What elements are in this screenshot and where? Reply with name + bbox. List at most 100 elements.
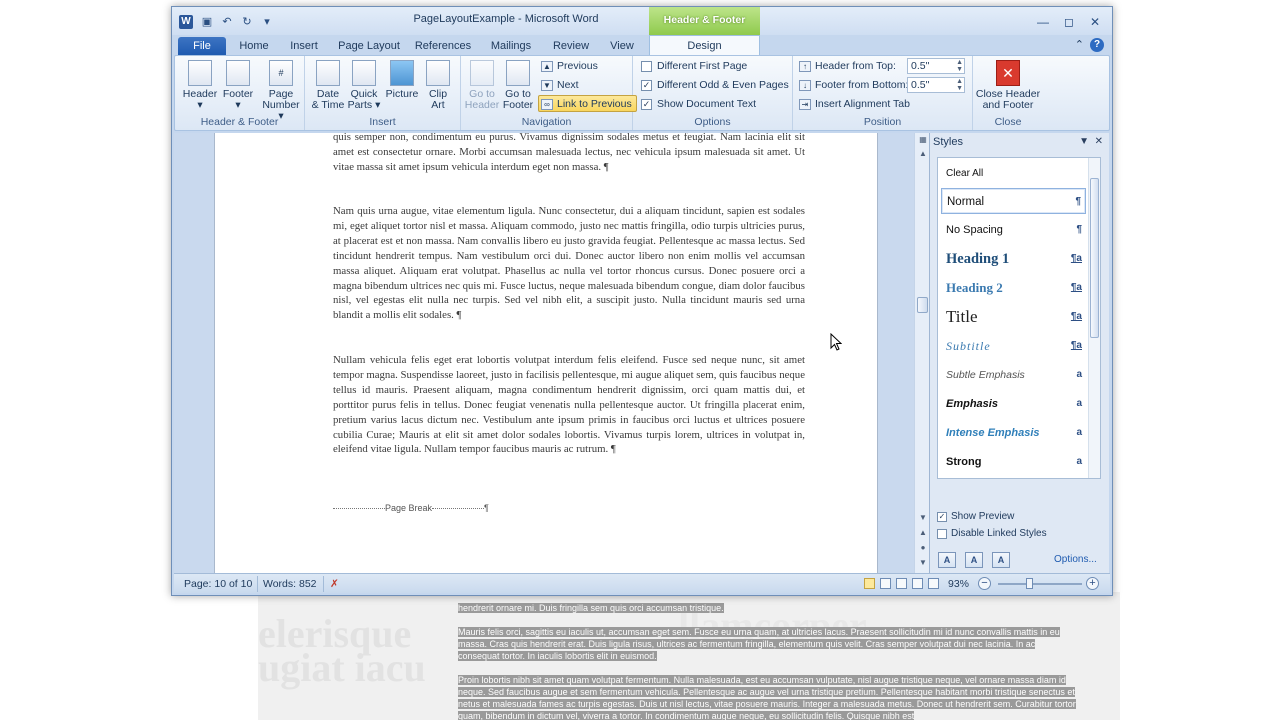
styles-pane-title: Styles xyxy=(933,136,963,148)
tab-insert[interactable]: Insert xyxy=(282,37,326,55)
tab-home[interactable]: Home xyxy=(234,37,274,55)
link-to-previous-button[interactable]: ∞ Link to Previous xyxy=(538,95,637,112)
style-label: Strong xyxy=(946,456,982,468)
style-no-spacing[interactable]: No Spacing ¶ xyxy=(941,217,1086,243)
show-document-text-checkbox[interactable]: ✓ Show Document Text xyxy=(641,96,756,112)
header-from-top-input[interactable]: 0.5" ▲ ▼ xyxy=(907,58,965,74)
full-screen-reading-icon[interactable] xyxy=(880,578,891,589)
picture-icon xyxy=(390,60,414,86)
zoom-out-icon[interactable]: − xyxy=(978,577,991,590)
page-number-button[interactable]: # Page Number ▾ xyxy=(259,60,303,122)
disable-linked-styles-checkbox[interactable]: Disable Linked Styles xyxy=(937,527,1047,541)
tab-mailings[interactable]: Mailings xyxy=(485,37,537,55)
status-separator xyxy=(323,576,324,592)
page-indicator[interactable]: Page: 10 of 10 xyxy=(184,577,252,591)
close-header-footer-button[interactable]: ✕ Close Header and Footer xyxy=(975,60,1041,111)
tab-design[interactable]: Design xyxy=(649,35,760,56)
page-break-marker: Page Break ¶ xyxy=(333,503,495,513)
pane-options-icon[interactable]: ▼ xyxy=(1079,133,1089,151)
tab-references[interactable]: References xyxy=(414,37,472,55)
style-subtle-emphasis[interactable]: Subtle Emphasis a xyxy=(941,362,1086,388)
different-odd-even-checkbox[interactable]: ✓ Different Odd & Even Pages xyxy=(641,77,789,93)
status-bar: Page: 10 of 10 Words: 852 ✗ 93% − + xyxy=(174,573,1110,593)
group-navigation: Go to Header Go to Footer ▲ Previous ▼ Nex… xyxy=(461,56,637,130)
tab-page-layout[interactable]: Page Layout xyxy=(335,37,403,55)
background-paragraph: Proin lobortis nibh sit amet quam volutp… xyxy=(458,675,1076,720)
header-button[interactable]: Header ▾ xyxy=(181,60,219,111)
print-layout-view-icon[interactable] xyxy=(864,578,875,589)
quick-parts-button[interactable]: Quick Parts ▾ xyxy=(345,60,383,111)
document-page[interactable]: quis semper non, condimentum eu purus. V… xyxy=(214,133,878,573)
tab-file[interactable]: File xyxy=(178,37,226,55)
web-layout-icon[interactable] xyxy=(896,578,907,589)
document-paragraph[interactable]: Nullam vehicula felis eget erat lobortis… xyxy=(333,353,805,457)
title-bar: W ▣ ↶ ↻ ▾ PageLayoutExample - Microsoft … xyxy=(172,7,1112,52)
show-preview-checkbox[interactable]: ✓ Show Preview xyxy=(937,510,1014,524)
checkbox-icon xyxy=(937,529,947,539)
pane-close-icon[interactable]: ✕ xyxy=(1095,133,1103,151)
maximize-icon[interactable]: ◻ xyxy=(1056,13,1082,31)
group-close: ✕ Close Header and Footer Close xyxy=(973,56,1043,130)
zoom-level[interactable]: 93% xyxy=(948,577,969,591)
style-clear-all[interactable]: Clear All xyxy=(941,161,1086,187)
go-to-footer-label: Footer xyxy=(502,99,534,111)
tab-view[interactable]: View xyxy=(604,37,640,55)
go-to-footer-button[interactable]: Go to Footer xyxy=(499,60,537,111)
style-label: Clear All xyxy=(946,168,984,179)
manage-styles-icon[interactable]: A xyxy=(992,552,1010,568)
next-button[interactable]: ▼ Next xyxy=(539,77,579,94)
zoom-in-icon[interactable]: + xyxy=(1086,577,1099,590)
insert-alignment-tab-button[interactable]: ⇥ Insert Alignment Tab xyxy=(797,96,910,113)
clip-art-button[interactable]: Clip Art xyxy=(419,60,457,111)
zoom-slider-thumb[interactable] xyxy=(1026,578,1033,589)
group-label: Position xyxy=(863,116,902,128)
header-icon xyxy=(188,60,212,86)
scrollbar-thumb[interactable] xyxy=(917,297,928,313)
clip-art-label: Art xyxy=(431,99,445,111)
styles-options-link[interactable]: Options... xyxy=(1054,554,1097,565)
close-red-x-icon: ✕ xyxy=(996,60,1020,86)
word-count[interactable]: Words: 852 xyxy=(263,577,317,591)
style-emphasis[interactable]: Emphasis a xyxy=(941,391,1086,417)
footer-button[interactable]: Footer ▾ xyxy=(219,60,257,111)
minimize-icon[interactable]: — xyxy=(1030,13,1056,31)
quick-parts-icon xyxy=(352,60,376,86)
date-time-button[interactable]: Date & Time xyxy=(309,60,347,111)
minimize-ribbon-icon[interactable]: ⌃ xyxy=(1075,38,1084,52)
picture-button[interactable]: Picture xyxy=(383,60,421,100)
help-icon[interactable]: ? xyxy=(1090,38,1104,52)
draft-view-icon[interactable] xyxy=(928,578,939,589)
styles-list-scrollbar[interactable] xyxy=(1088,158,1100,478)
different-first-page-checkbox[interactable]: Different First Page xyxy=(641,58,747,74)
new-style-icon[interactable]: A xyxy=(938,552,956,568)
footer-from-bottom-input[interactable]: 0.5" ▲ ▼ xyxy=(907,77,965,93)
style-inspector-icon[interactable]: A xyxy=(965,552,983,568)
document-paragraph[interactable]: quis semper non, condimentum eu purus. V… xyxy=(333,133,805,175)
header-position-icon: ↑ xyxy=(799,61,811,72)
go-to-header-button[interactable]: Go to Header xyxy=(463,60,501,111)
close-window-icon[interactable]: ✕ xyxy=(1082,13,1108,31)
style-title[interactable]: Title ¶a xyxy=(941,304,1086,330)
proofing-error-icon[interactable]: ✗ xyxy=(330,577,339,591)
style-intense-emphasis[interactable]: Intense Emphasis a xyxy=(941,420,1086,446)
previous-button[interactable]: ▲ Previous xyxy=(539,58,598,75)
style-strong[interactable]: Strong a xyxy=(941,449,1086,475)
vertical-scrollbar[interactable]: ▦ ▲ ▼ ▲ ● ▼ xyxy=(914,133,930,573)
spin-arrows-icon[interactable]: ▲ ▼ xyxy=(956,59,963,73)
style-heading-1[interactable]: Heading 1 ¶a xyxy=(941,246,1086,272)
style-normal[interactable]: Normal ¶ xyxy=(941,188,1086,214)
outline-view-icon[interactable] xyxy=(912,578,923,589)
tab-review[interactable]: Review xyxy=(548,37,594,55)
document-paragraph[interactable]: Nam quis urna augue, vitae elementum lig… xyxy=(333,204,805,323)
page-break-line xyxy=(432,508,485,510)
styles-list-scroll-thumb[interactable] xyxy=(1090,178,1099,338)
picture-label: Picture xyxy=(385,88,419,100)
zoom-slider[interactable] xyxy=(998,583,1082,585)
style-subtitle[interactable]: Subtitle ¶a xyxy=(941,333,1086,359)
spin-arrows-icon[interactable]: ▲ ▼ xyxy=(956,78,963,92)
style-heading-2[interactable]: Heading 2 ¶a xyxy=(941,275,1086,301)
link-icon: ∞ xyxy=(541,99,553,110)
checkbox-checked-icon: ✓ xyxy=(641,80,652,91)
label-text: Insert Alignment Tab xyxy=(815,98,910,110)
footer-label: Footer xyxy=(222,88,254,100)
